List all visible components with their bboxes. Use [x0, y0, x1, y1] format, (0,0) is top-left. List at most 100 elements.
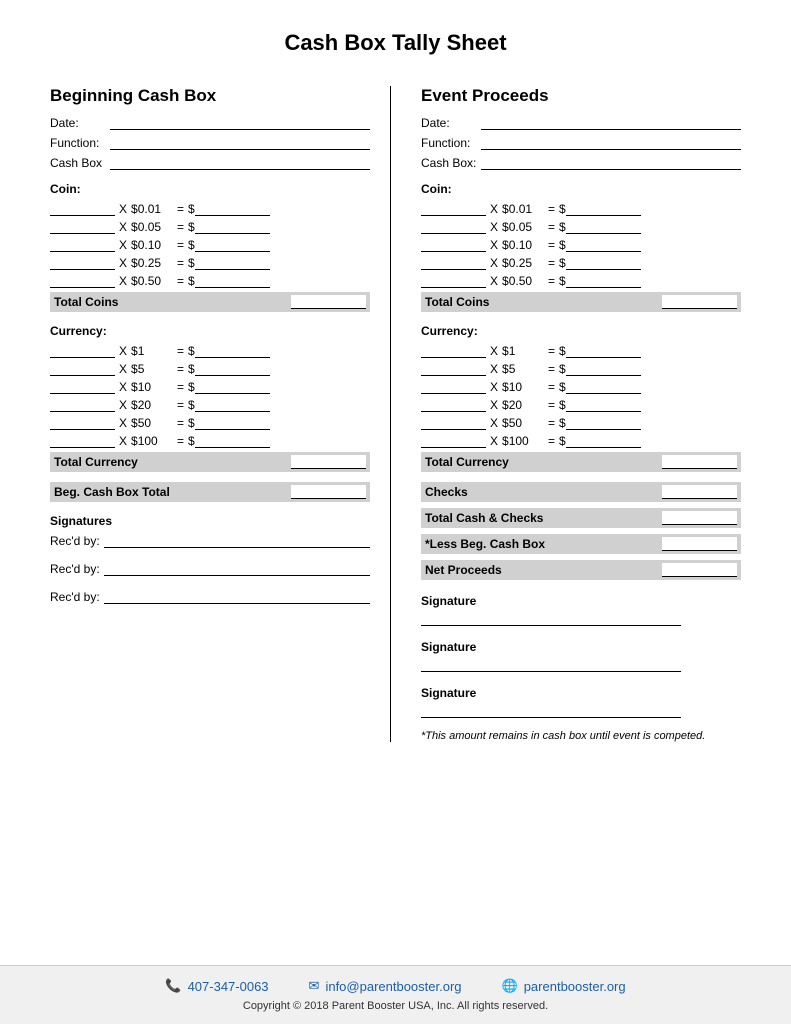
- left-curr-result-100[interactable]: [195, 434, 270, 448]
- left-total-coins-value[interactable]: [291, 295, 366, 309]
- left-recd-line-3[interactable]: [104, 590, 370, 604]
- right-coin-row-050: X $0.50 = $: [421, 274, 741, 288]
- right-curr-result-20[interactable]: [566, 398, 641, 412]
- left-coin-qty-005[interactable]: [50, 220, 115, 234]
- right-curr-denom-10: $10: [502, 380, 544, 394]
- left-coin-result-025[interactable]: [195, 256, 270, 270]
- page-title: Cash Box Tally Sheet: [50, 30, 741, 56]
- right-sig2-line[interactable]: [421, 656, 681, 672]
- right-curr-qty-10[interactable]: [421, 380, 486, 394]
- right-curr-qty-1[interactable]: [421, 344, 486, 358]
- footer-phone: 📞 407-347-0063: [165, 978, 268, 994]
- left-recd-label-2: Rec'd by:: [50, 562, 100, 576]
- right-total-coins-value[interactable]: [662, 295, 737, 309]
- right-coin-result-010[interactable]: [566, 238, 641, 252]
- left-cashbox-input[interactable]: [110, 156, 370, 170]
- right-net-proceeds-value[interactable]: [662, 563, 737, 577]
- left-coin-qty-001[interactable]: [50, 202, 115, 216]
- right-curr-qty-50[interactable]: [421, 416, 486, 430]
- left-curr-result-1[interactable]: [195, 344, 270, 358]
- phone-icon: 📞: [165, 978, 181, 994]
- right-coin-qty-010[interactable]: [421, 238, 486, 252]
- email-icon: ✉: [309, 978, 320, 994]
- right-date-input[interactable]: [481, 116, 741, 130]
- left-coin-qty-050[interactable]: [50, 274, 115, 288]
- right-coin-denom-005: $0.05: [502, 220, 544, 234]
- right-sig3-title: Signature: [421, 686, 741, 700]
- right-curr-result-50[interactable]: [566, 416, 641, 430]
- right-signature-block-3: Signature: [421, 686, 741, 718]
- right-coin-row-005: X $0.05 = $: [421, 220, 741, 234]
- left-curr-denom-100: $100: [131, 434, 173, 448]
- right-total-currency-value[interactable]: [662, 455, 737, 469]
- left-curr-qty-20[interactable]: [50, 398, 115, 412]
- right-curr-qty-5[interactable]: [421, 362, 486, 376]
- left-curr-qty-50[interactable]: [50, 416, 115, 430]
- left-recd-by-2: Rec'd by:: [50, 562, 370, 576]
- left-total-currency-label: Total Currency: [54, 455, 291, 469]
- right-checks-value[interactable]: [662, 485, 737, 499]
- left-total-currency-value[interactable]: [291, 455, 366, 469]
- left-total-coins-row: Total Coins: [50, 292, 370, 312]
- right-curr-qty-100[interactable]: [421, 434, 486, 448]
- left-date-row: Date:: [50, 116, 370, 130]
- right-coin-qty-050[interactable]: [421, 274, 486, 288]
- left-recd-line-2[interactable]: [104, 562, 370, 576]
- right-coin-qty-001[interactable]: [421, 202, 486, 216]
- left-date-input[interactable]: [110, 116, 370, 130]
- left-coin-row-010: X $0.10 = $: [50, 238, 370, 252]
- right-curr-qty-20[interactable]: [421, 398, 486, 412]
- left-function-input[interactable]: [110, 136, 370, 150]
- left-coin-row-005: X $0.05 = $: [50, 220, 370, 234]
- left-curr-qty-1[interactable]: [50, 344, 115, 358]
- right-curr-result-10[interactable]: [566, 380, 641, 394]
- right-sig3-line[interactable]: [421, 702, 681, 718]
- right-coin-qty-005[interactable]: [421, 220, 486, 234]
- left-curr-result-20[interactable]: [195, 398, 270, 412]
- left-curr-qty-5[interactable]: [50, 362, 115, 376]
- left-column: Beginning Cash Box Date: Function: Cash …: [50, 86, 391, 742]
- left-recd-line-1[interactable]: [104, 534, 370, 548]
- left-curr-qty-10[interactable]: [50, 380, 115, 394]
- right-net-proceeds-row: Net Proceeds: [421, 560, 741, 580]
- left-coin-denom-005: $0.05: [131, 220, 173, 234]
- footer-copyright: Copyright © 2018 Parent Booster USA, Inc…: [40, 1000, 751, 1012]
- left-coin-result-001[interactable]: [195, 202, 270, 216]
- right-coin-result-025[interactable]: [566, 256, 641, 270]
- right-coin-qty-025[interactable]: [421, 256, 486, 270]
- left-coin-qty-025[interactable]: [50, 256, 115, 270]
- right-less-beg-value[interactable]: [662, 537, 737, 551]
- right-cashbox-input[interactable]: [481, 156, 741, 170]
- left-recd-by-1: Rec'd by:: [50, 534, 370, 548]
- left-recd-label-3: Rec'd by:: [50, 590, 100, 604]
- right-coin-result-005[interactable]: [566, 220, 641, 234]
- left-curr-result-50[interactable]: [195, 416, 270, 430]
- left-recd-label-1: Rec'd by:: [50, 534, 100, 548]
- right-curr-denom-100: $100: [502, 434, 544, 448]
- right-sig1-line[interactable]: [421, 610, 681, 626]
- right-curr-result-100[interactable]: [566, 434, 641, 448]
- left-coin-qty-010[interactable]: [50, 238, 115, 252]
- left-curr-result-5[interactable]: [195, 362, 270, 376]
- left-coin-row-001: X $0.01 = $: [50, 202, 370, 216]
- left-coin-result-005[interactable]: [195, 220, 270, 234]
- page-footer: 📞 407-347-0063 ✉ info@parentbooster.org …: [0, 965, 791, 1024]
- right-curr-result-5[interactable]: [566, 362, 641, 376]
- right-total-cash-checks-value[interactable]: [662, 511, 737, 525]
- right-curr-result-1[interactable]: [566, 344, 641, 358]
- right-coin-result-050[interactable]: [566, 274, 641, 288]
- left-curr-denom-20: $20: [131, 398, 173, 412]
- right-coin-result-001[interactable]: [566, 202, 641, 216]
- left-coin-result-010[interactable]: [195, 238, 270, 252]
- left-curr-qty-100[interactable]: [50, 434, 115, 448]
- left-coin-result-050[interactable]: [195, 274, 270, 288]
- right-function-input[interactable]: [481, 136, 741, 150]
- left-beg-cash-box-total-value[interactable]: [291, 485, 366, 499]
- right-function-row: Function:: [421, 136, 741, 150]
- left-currency-title: Currency:: [50, 324, 370, 338]
- right-function-label: Function:: [421, 136, 481, 150]
- right-total-coins-label: Total Coins: [425, 295, 662, 309]
- right-coin-denom-025: $0.25: [502, 256, 544, 270]
- left-curr-result-10[interactable]: [195, 380, 270, 394]
- left-date-label: Date:: [50, 116, 110, 130]
